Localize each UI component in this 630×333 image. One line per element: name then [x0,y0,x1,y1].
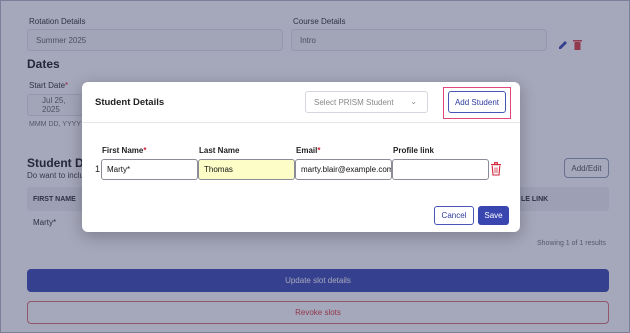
profile-link-label: Profile link [393,146,434,155]
select-placeholder: Select PRISM Student [314,97,394,107]
student-details-modal: Student Details Select PRISM Student ⌄ A… [82,82,520,232]
cancel-button[interactable]: Cancel [434,206,474,225]
modal-divider [82,122,520,123]
add-student-button[interactable]: Add Student [448,91,506,113]
email-label-text: Email [296,146,318,155]
modal-title: Student Details [95,97,165,108]
email-field[interactable]: marty.blair@example.com [295,159,392,180]
first-name-label-text: First Name [102,146,144,155]
first-name-value: Marty* [107,165,131,174]
last-name-field[interactable]: Thomas [198,159,295,180]
last-name-label: Last Name [199,146,240,155]
profile-link-field[interactable] [392,159,489,180]
first-name-field[interactable]: Marty* [101,159,198,180]
first-name-label: First Name* [102,146,146,155]
select-prism-student-dropdown[interactable]: Select PRISM Student ⌄ [305,91,428,113]
required-marker: * [143,146,147,155]
save-button[interactable]: Save [478,206,509,225]
row-index: 1 [95,164,101,174]
email-value: marty.blair@example.com [301,165,392,174]
required-marker: * [317,146,321,155]
last-name-value: Thomas [204,165,233,174]
chevron-down-icon: ⌄ [410,97,417,106]
email-label: Email* [296,146,320,155]
trash-icon[interactable] [490,162,502,176]
